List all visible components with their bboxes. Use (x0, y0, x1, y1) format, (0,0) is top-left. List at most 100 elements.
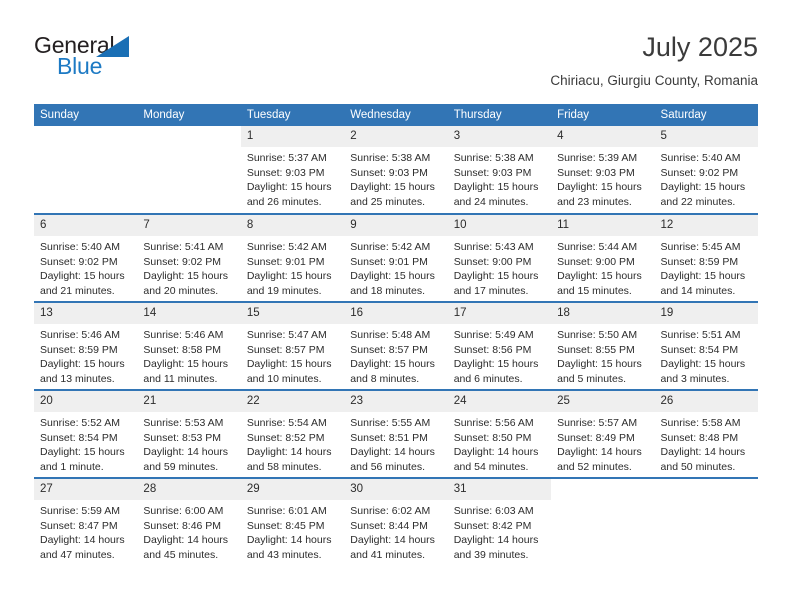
calendar-day-cell[interactable]: 23 Sunrise: 5:55 AM Sunset: 8:51 PM Dayligh… (344, 389, 448, 478)
day-sun-info: Sunrise: 6:03 AM Sunset: 8:42 PM Daylight:… (448, 500, 551, 562)
day-info-line: and 20 minutes. (143, 284, 219, 297)
day-info-line: and 41 minutes. (350, 548, 425, 561)
day-info-line: Daylight: 15 hours (246, 270, 332, 282)
day-info-line: Daylight: 15 hours (557, 270, 642, 282)
calendar-day-cell[interactable]: 11 Sunrise: 5:44 AM Sunset: 9:00 PM Dayligh… (551, 213, 655, 302)
calendar-day-cell[interactable]: 13 Sunrise: 5:46 AM Sunset: 8:59 PM Dayligh… (34, 301, 138, 390)
day-number: 3 (447, 126, 552, 147)
page-subtitle: Chiriacu, Giurgiu County, Romania (550, 73, 758, 88)
calendar-empty-cell (34, 126, 138, 214)
day-info-line: Sunrise: 5:40 AM (40, 241, 120, 253)
general-blue-logo[interactable]: General Blue (34, 30, 214, 86)
day-number: 20 (34, 391, 138, 412)
calendar-day-cell[interactable]: 17 Sunrise: 5:49 AM Sunset: 8:56 PM Dayligh… (447, 301, 552, 390)
calendar-day-cell[interactable]: 10 Sunrise: 5:43 AM Sunset: 9:00 PM Dayligh… (447, 213, 552, 302)
day-info-line: Daylight: 14 hours (453, 534, 539, 546)
calendar-header-row: Sunday Monday Tuesday Wednesday Thursday… (34, 104, 758, 126)
day-sun-info: Sunrise: 5:55 AM Sunset: 8:51 PM Daylight:… (344, 412, 447, 474)
calendar-day-cell[interactable]: 27 Sunrise: 5:59 AM Sunset: 8:47 PM Dayligh… (34, 477, 138, 566)
calendar-day-cell[interactable]: 29 Sunrise: 6:01 AM Sunset: 8:45 PM Dayligh… (240, 477, 345, 566)
day-number: 17 (447, 303, 552, 324)
day-sun-info: Sunrise: 6:00 AM Sunset: 8:46 PM Daylight:… (137, 500, 240, 562)
day-info-line: Sunset: 8:58 PM (143, 343, 222, 356)
day-info-line: Daylight: 14 hours (143, 446, 229, 458)
calendar-table: Sunday Monday Tuesday Wednesday Thursday… (34, 104, 758, 566)
day-info-line: Sunrise: 5:50 AM (557, 329, 638, 341)
day-info-line: and 56 minutes. (350, 460, 425, 473)
day-number: 8 (240, 215, 345, 236)
day-info-line: and 1 minute. (40, 460, 104, 473)
day-number (137, 126, 241, 147)
day-sun-info: Sunrise: 5:50 AM Sunset: 8:55 PM Daylight:… (551, 324, 654, 386)
calendar-day-cell[interactable]: 6 Sunrise: 5:40 AM Sunset: 9:02 PM Daylight… (34, 213, 138, 302)
day-info-line: Daylight: 15 hours (143, 358, 229, 370)
day-info-line: Daylight: 15 hours (660, 358, 746, 370)
calendar-day-cell[interactable]: 5 Sunrise: 5:40 AM Sunset: 9:02 PM Daylight… (654, 126, 758, 214)
day-info-line: and 18 minutes. (350, 284, 425, 297)
day-sun-info: Sunrise: 5:39 AM Sunset: 9:03 PM Daylight:… (551, 147, 654, 209)
calendar-day-cell[interactable]: 24 Sunrise: 5:56 AM Sunset: 8:50 PM Dayligh… (447, 389, 552, 478)
calendar-day-cell[interactable]: 3 Sunrise: 5:38 AM Sunset: 9:03 PM Daylight… (447, 126, 552, 214)
weekday-header-row: Sunday Monday Tuesday Wednesday Thursday… (34, 104, 758, 126)
day-info-line: and 25 minutes. (350, 195, 425, 208)
calendar-day-cell[interactable]: 9 Sunrise: 5:42 AM Sunset: 9:01 PM Daylight… (344, 213, 448, 302)
calendar-day-cell[interactable]: 31 Sunrise: 6:03 AM Sunset: 8:42 PM Dayligh… (447, 477, 552, 566)
calendar-day-cell[interactable]: 25 Sunrise: 5:57 AM Sunset: 8:49 PM Dayligh… (551, 389, 655, 478)
day-info-line: Sunrise: 5:52 AM (40, 417, 120, 429)
calendar-day-cell[interactable]: 21 Sunrise: 5:53 AM Sunset: 8:53 PM Dayligh… (137, 389, 241, 478)
calendar-day-cell[interactable]: 16 Sunrise: 5:48 AM Sunset: 8:57 PM Dayligh… (344, 301, 448, 390)
calendar-day-cell[interactable]: 20 Sunrise: 5:52 AM Sunset: 8:54 PM Dayligh… (34, 389, 138, 478)
calendar-empty-cell (137, 126, 241, 214)
day-info-line: and 3 minutes. (660, 372, 730, 385)
calendar-day-cell[interactable]: 22 Sunrise: 5:54 AM Sunset: 8:52 PM Dayligh… (240, 389, 345, 478)
calendar-day-cell[interactable]: 12 Sunrise: 5:45 AM Sunset: 8:59 PM Dayligh… (654, 213, 758, 302)
weekday-header-thursday: Thursday (447, 104, 552, 126)
calendar-day-cell[interactable]: 28 Sunrise: 6:00 AM Sunset: 8:46 PM Dayligh… (137, 477, 241, 566)
calendar-day-cell[interactable]: 19 Sunrise: 5:51 AM Sunset: 8:54 PM Dayligh… (654, 301, 758, 390)
day-info-line: Sunset: 9:02 PM (143, 255, 222, 268)
day-number: 9 (344, 215, 448, 236)
day-info-line: and 6 minutes. (453, 372, 523, 385)
calendar-day-cell[interactable]: 30 Sunrise: 6:02 AM Sunset: 8:44 PM Dayligh… (344, 477, 448, 566)
calendar-day-cell[interactable]: 8 Sunrise: 5:42 AM Sunset: 9:01 PM Daylight… (240, 213, 345, 302)
day-sun-info: Sunrise: 5:42 AM Sunset: 9:01 PM Daylight:… (344, 236, 447, 298)
day-sun-info: Sunrise: 5:42 AM Sunset: 9:01 PM Daylight:… (241, 236, 344, 298)
calendar-day-cell[interactable]: 26 Sunrise: 5:58 AM Sunset: 8:48 PM Dayligh… (654, 389, 758, 478)
day-info-line: Sunrise: 5:42 AM (246, 241, 327, 253)
weekday-header-wednesday: Wednesday (344, 104, 448, 126)
day-sun-info: Sunrise: 5:40 AM Sunset: 9:02 PM Daylight:… (655, 147, 758, 209)
day-number: 1 (240, 126, 345, 147)
calendar-week-row: 27 Sunrise: 5:59 AM Sunset: 8:47 PM Dayligh… (34, 477, 758, 566)
day-sun-info: Sunrise: 5:37 AM Sunset: 9:03 PM Daylight:… (241, 147, 344, 209)
calendar-day-cell[interactable]: 2 Sunrise: 5:38 AM Sunset: 9:03 PM Daylight… (344, 126, 448, 214)
day-info-line: and 45 minutes. (143, 548, 219, 561)
day-info-line: Sunset: 9:03 PM (350, 166, 428, 179)
day-info-line: Daylight: 15 hours (350, 358, 435, 370)
day-info-line: Sunrise: 5:56 AM (453, 417, 534, 429)
day-info-line: Sunset: 8:59 PM (40, 343, 118, 356)
calendar-day-cell[interactable]: 1 Sunrise: 5:37 AM Sunset: 9:03 PM Daylight… (240, 126, 345, 214)
day-info-line: Sunrise: 5:41 AM (143, 241, 224, 253)
day-number: 21 (137, 391, 241, 412)
day-info-line: Sunset: 8:52 PM (246, 431, 325, 444)
day-info-line: Sunset: 9:03 PM (453, 166, 532, 179)
day-info-line: Sunset: 8:57 PM (350, 343, 428, 356)
day-info-line: Sunrise: 5:57 AM (557, 417, 638, 429)
calendar-day-cell[interactable]: 7 Sunrise: 5:41 AM Sunset: 9:02 PM Daylight… (137, 213, 241, 302)
day-info-line: Sunrise: 5:51 AM (660, 329, 741, 341)
day-info-line: Daylight: 15 hours (40, 446, 125, 458)
day-info-line: Daylight: 14 hours (660, 446, 746, 458)
day-number: 10 (447, 215, 552, 236)
day-info-line: Sunrise: 5:47 AM (246, 329, 327, 341)
day-sun-info: Sunrise: 5:38 AM Sunset: 9:03 PM Daylight:… (344, 147, 447, 209)
day-number (654, 479, 758, 500)
calendar-week-row: 20 Sunrise: 5:52 AM Sunset: 8:54 PM Dayligh… (34, 389, 758, 478)
day-info-line: Daylight: 15 hours (453, 270, 539, 282)
calendar-day-cell[interactable]: 18 Sunrise: 5:50 AM Sunset: 8:55 PM Dayligh… (551, 301, 655, 390)
calendar-day-cell[interactable]: 14 Sunrise: 5:46 AM Sunset: 8:58 PM Dayligh… (137, 301, 241, 390)
calendar-day-cell[interactable]: 4 Sunrise: 5:39 AM Sunset: 9:03 PM Daylight… (551, 126, 655, 214)
day-number: 24 (447, 391, 552, 412)
calendar-day-cell[interactable]: 15 Sunrise: 5:47 AM Sunset: 8:57 PM Dayligh… (240, 301, 345, 390)
day-number: 7 (137, 215, 241, 236)
day-sun-info: Sunrise: 5:58 AM Sunset: 8:48 PM Daylight:… (655, 412, 758, 474)
